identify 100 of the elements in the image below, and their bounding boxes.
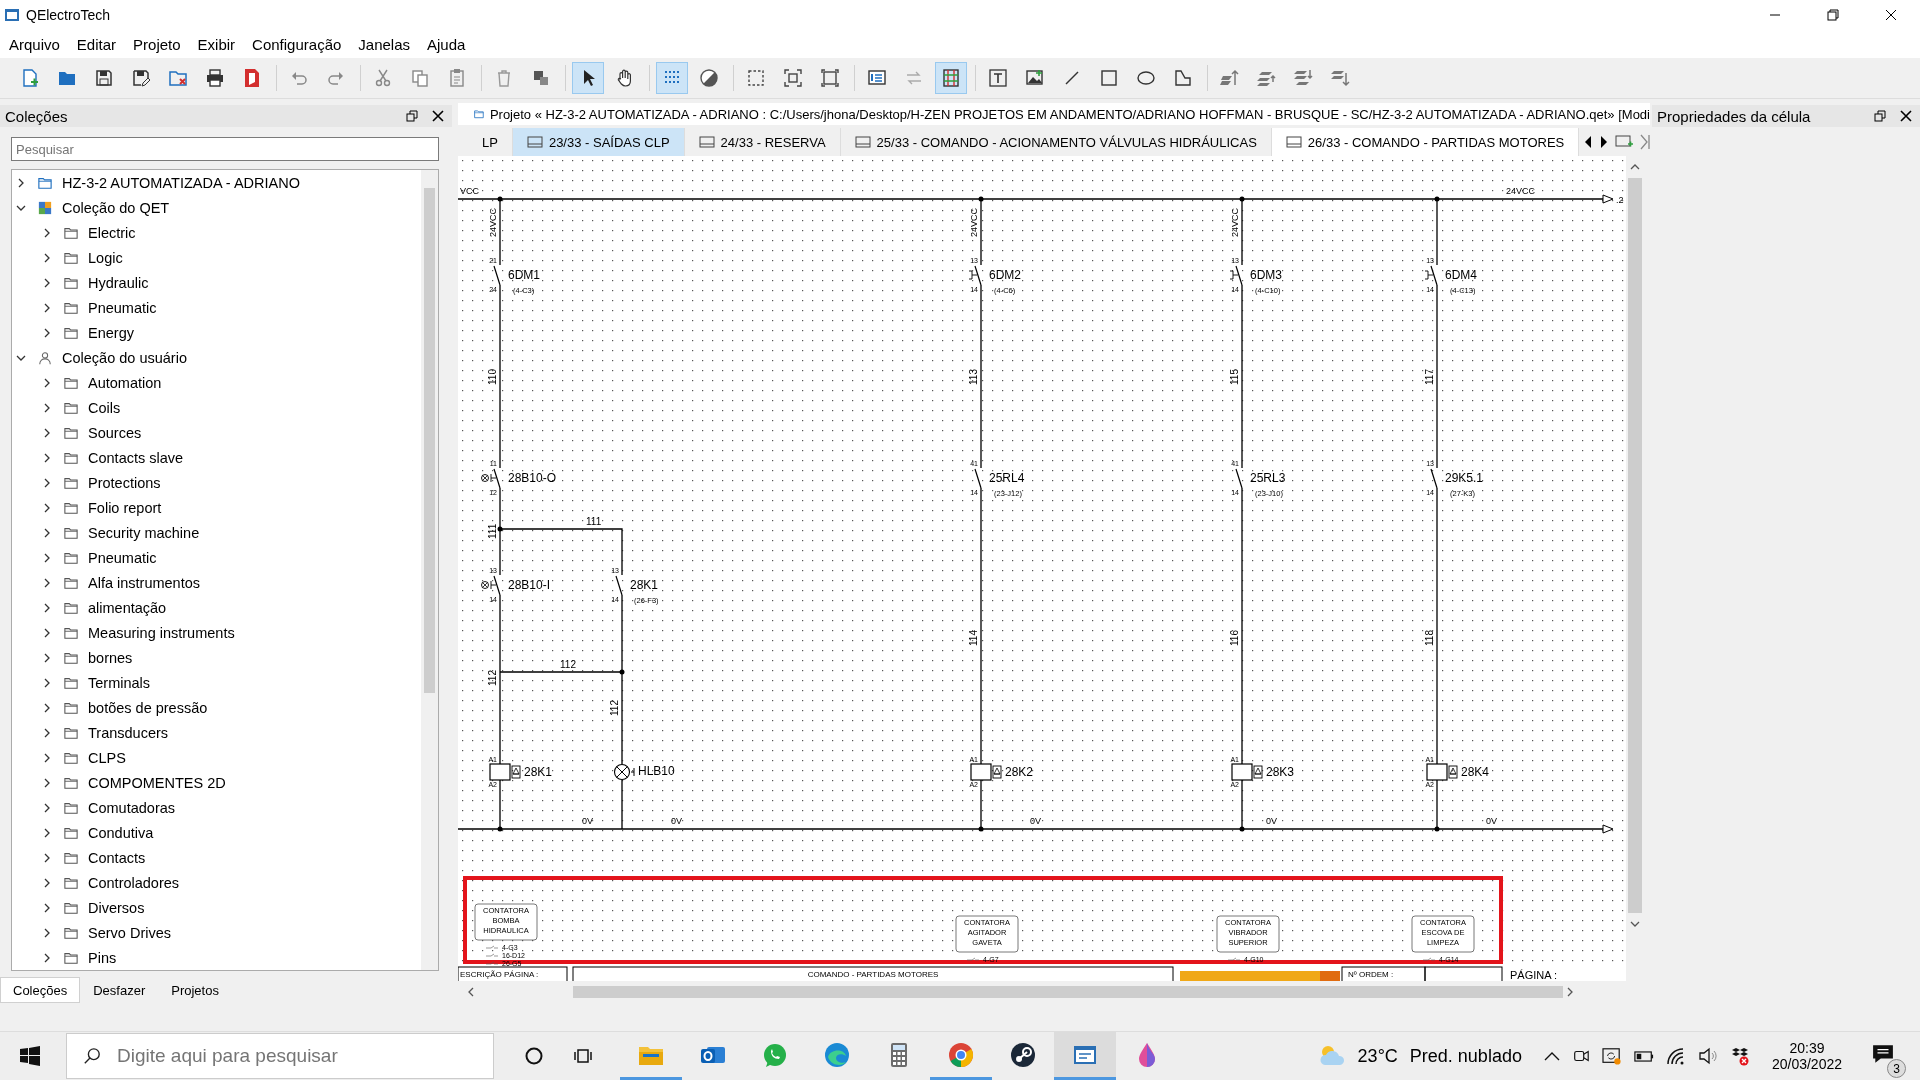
tree-item[interactable]: Pneumatic [86, 548, 159, 567]
menu-item[interactable]: Ajuda [420, 32, 473, 56]
tree-item[interactable]: Hydraulic [86, 273, 151, 292]
chevron-right-icon[interactable] [42, 327, 52, 338]
chevron-right-icon[interactable] [42, 452, 52, 463]
chevron-right-icon[interactable] [42, 252, 52, 263]
chevron-right-icon[interactable] [42, 502, 52, 513]
chevron-right-icon[interactable] [42, 227, 52, 238]
toolbar-button[interactable] [572, 62, 604, 94]
panel-tab[interactable]: Desfazer [80, 977, 159, 1003]
tree-item[interactable]: botões de pressão [86, 698, 210, 717]
tree-item[interactable]: Pins [86, 948, 119, 967]
tree-item[interactable]: Transducers [86, 723, 171, 742]
chevron-right-icon[interactable] [42, 277, 52, 288]
close-icon[interactable] [432, 110, 444, 122]
ring-icon[interactable] [524, 1046, 544, 1066]
chevron-right-icon[interactable] [42, 777, 52, 788]
chevron-right-icon[interactable] [42, 802, 52, 813]
tree-item[interactable]: Condutiva [86, 823, 156, 842]
tree-item[interactable]: Contacts [86, 848, 148, 867]
chevron-right-icon[interactable] [42, 702, 52, 713]
search-field[interactable]: Pesquisar [11, 137, 439, 161]
tree-item[interactable]: Servo Drives [86, 923, 173, 942]
tree-item[interactable]: Comutadoras [86, 798, 178, 817]
panel-tab[interactable]: Coleções [0, 977, 81, 1003]
tree-item[interactable]: Measuring instruments [86, 623, 237, 642]
chevron-right-icon[interactable] [42, 302, 52, 313]
wifi-icon[interactable] [1665, 1047, 1686, 1065]
menu-item[interactable]: Configuração [245, 32, 349, 56]
tree-item[interactable]: Sources [86, 423, 144, 442]
task-view-icon[interactable] [574, 1046, 594, 1066]
chevron-right-icon[interactable] [42, 877, 52, 888]
tree-item[interactable]: Folio report [86, 498, 164, 517]
chevron-right-icon[interactable] [42, 852, 52, 863]
chevron-right-icon[interactable] [42, 902, 52, 913]
tree-item[interactable]: Terminals [86, 673, 153, 692]
chevron-right-icon[interactable] [42, 527, 52, 538]
page-tab[interactable]: 26/33 - COMANDO - PARTIDAS MOTORES [1271, 128, 1580, 156]
chevron-right-icon[interactable] [42, 602, 52, 613]
scroll-left-icon[interactable] [466, 987, 476, 997]
menu-item[interactable]: Projeto [126, 32, 188, 56]
add-page-icon[interactable] [1615, 135, 1634, 149]
tree-item[interactable]: Security machine [86, 523, 202, 542]
tree-item[interactable]: alimentação [86, 598, 169, 617]
tree-item[interactable]: Electric [86, 223, 138, 242]
tree-item[interactable]: Automation [86, 373, 164, 392]
tree-item[interactable]: Contacts slave [86, 448, 186, 467]
chevron-right-icon[interactable] [42, 377, 52, 388]
chevron-right-icon[interactable] [42, 402, 52, 413]
tree-item[interactable]: Controladores [86, 873, 182, 892]
tree-item[interactable]: Alfa instrumentos [86, 573, 203, 592]
tree-item[interactable]: Energy [86, 323, 136, 342]
close-icon[interactable] [1900, 110, 1912, 122]
chevron-right-icon[interactable] [42, 577, 52, 588]
message-icon[interactable] [1872, 1044, 1894, 1064]
chevron-right-icon[interactable] [42, 477, 52, 488]
chevron-right-icon[interactable] [42, 652, 52, 663]
chevron-right-icon[interactable] [42, 752, 52, 763]
scroll-right-icon[interactable] [1565, 987, 1575, 997]
tree-item[interactable]: Coleção do QET [60, 198, 172, 217]
next-icon[interactable] [1599, 135, 1610, 149]
chevron-right-icon[interactable] [42, 952, 52, 963]
page-tab[interactable]: 23/33 - SAÍDAS CLP [512, 128, 685, 156]
float-icon[interactable] [1874, 110, 1886, 122]
clock-time[interactable]: 20:39 [1789, 1040, 1825, 1056]
tree-item[interactable]: COMPOMENTES 2D [86, 773, 228, 792]
tree-item[interactable]: bornes [86, 648, 135, 667]
chevron-right-icon[interactable] [42, 677, 52, 688]
scroll-down-icon[interactable] [1630, 919, 1640, 929]
chevron-up-icon[interactable] [1543, 1051, 1560, 1061]
menu-item[interactable]: Janelas [351, 32, 418, 56]
speaker-icon[interactable] [1697, 1047, 1718, 1065]
menu-item[interactable]: Editar [69, 32, 124, 56]
previous-icon[interactable] [1583, 135, 1594, 149]
chevron-right-icon[interactable] [42, 627, 52, 638]
tree-item[interactable]: Logic [86, 248, 125, 267]
menu-item[interactable]: Exibir [190, 32, 243, 56]
scroll-up-icon[interactable] [1630, 162, 1640, 172]
last-page-icon[interactable] [1639, 134, 1652, 150]
clock-date[interactable]: 20/03/2022 [1771, 1056, 1842, 1072]
chevron-right-icon[interactable] [42, 552, 52, 563]
search-field[interactable]: Digite aqui para pesquisar [115, 1044, 493, 1068]
windows-logo-icon[interactable] [20, 1046, 40, 1066]
chevron-right-icon[interactable] [42, 427, 52, 438]
tree-item[interactable]: HZ-3-2 AUTOMATIZADA - ADRIANO [60, 173, 302, 192]
tree-item[interactable]: Pneumatic [86, 298, 159, 317]
battery-icon[interactable] [1633, 1050, 1654, 1062]
tree-item[interactable]: Diversos [86, 898, 147, 917]
float-icon[interactable] [406, 110, 418, 122]
tree-item[interactable]: Coleção do usuário [60, 348, 189, 367]
tree-item[interactable]: Protections [86, 473, 163, 492]
sync-icon[interactable] [1601, 1047, 1622, 1065]
tree-item[interactable]: Coils [86, 398, 123, 417]
chevron-right-icon[interactable] [42, 827, 52, 838]
tree-item[interactable]: CLPS [86, 748, 128, 767]
chevron-right-icon[interactable] [42, 727, 52, 738]
menu-item[interactable]: Arquivo [2, 32, 67, 56]
chevron-right-icon[interactable] [42, 927, 52, 938]
search-bar[interactable]: Digite aqui para pesquisar [66, 1033, 494, 1079]
scrollbar[interactable] [421, 170, 438, 970]
